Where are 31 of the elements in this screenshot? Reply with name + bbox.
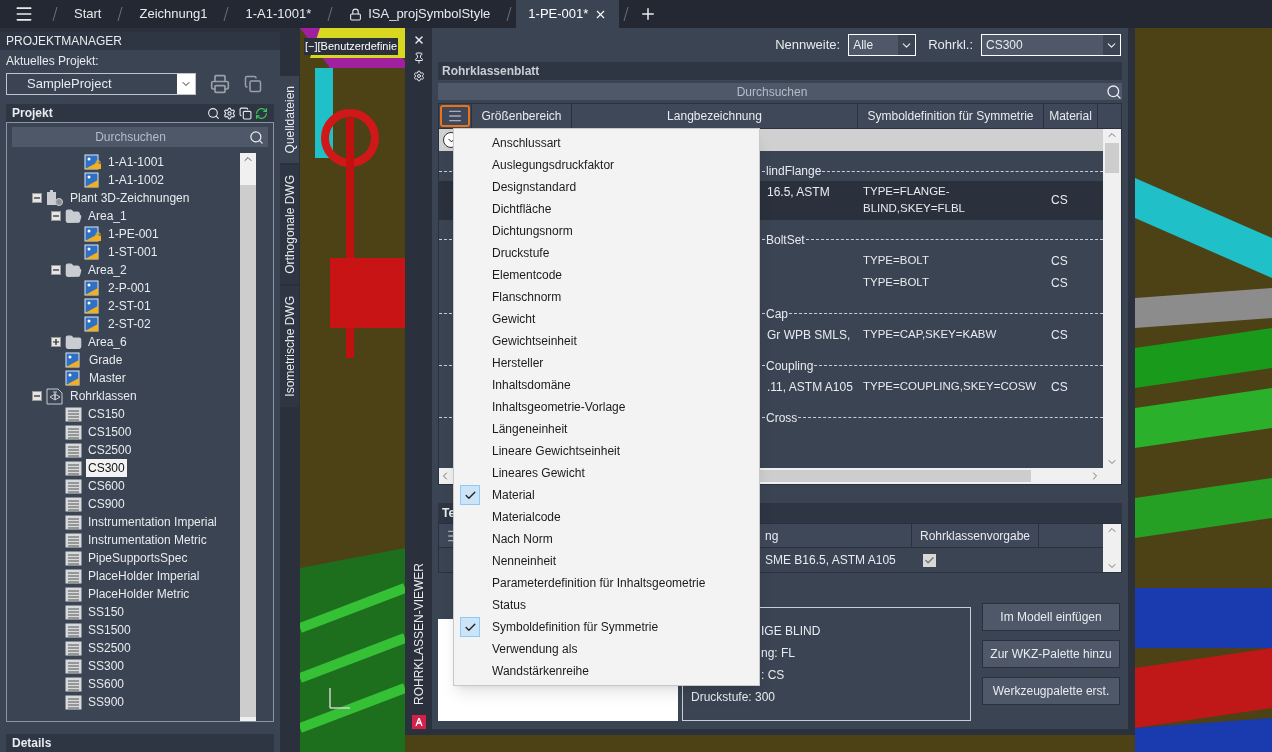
- table-cell: .11, ASTM A105: [767, 379, 853, 394]
- table-cell-text: TYPE=BOLT: [863, 252, 930, 268]
- table-cell-text: TYPE=COUPLING,SKEY=COSW: [863, 378, 1038, 394]
- table-cell: CS: [1051, 275, 1068, 290]
- info-line: ng: FL: [760, 645, 797, 662]
- info-line: IGE BLIND: [760, 623, 822, 640]
- panel-title: PROJEKTMANAGER: [6, 33, 122, 50]
- section-title: Details: [12, 735, 52, 752]
- table-cell: CS: [1051, 253, 1068, 268]
- group-label: BoltSet: [765, 231, 806, 249]
- window-title: ROHRKLASSEN-VIEWER: [410, 562, 427, 705]
- section-title: Projekt: [12, 105, 54, 122]
- table-cell: 16.5, ASTM: [767, 185, 830, 199]
- table-cell: SME B16.5, ASTM A105: [765, 553, 896, 567]
- section-title: Rohrklassenblatt: [442, 63, 540, 80]
- info-line: : CS: [760, 667, 786, 684]
- group-label: Cap: [765, 305, 789, 323]
- table-cell-text: TYPE=BOLT: [863, 274, 930, 290]
- table-cell-text: TYPE=FLANGE-BLIND,SKEY=FLBL: [863, 184, 966, 217]
- group-label: Cross: [765, 409, 799, 427]
- table-cell: CS: [1051, 379, 1068, 394]
- table-cell: CS: [1051, 193, 1068, 208]
- group-label: Coupling: [765, 357, 815, 375]
- field-label: Rohrkl.:: [928, 36, 973, 55]
- field-label: Nennweite:: [775, 36, 841, 55]
- group-label: lindFlange: [765, 163, 823, 180]
- field-label: Aktuelles Projekt:: [6, 53, 100, 70]
- table-cell-text: TYPE=CAP,SKEY=KABW: [863, 326, 998, 342]
- table-cell: Gr WPB SMLS,: [767, 327, 851, 342]
- table-cell: CS: [1051, 327, 1068, 342]
- info-line: Druckstufe: 300: [691, 689, 777, 706]
